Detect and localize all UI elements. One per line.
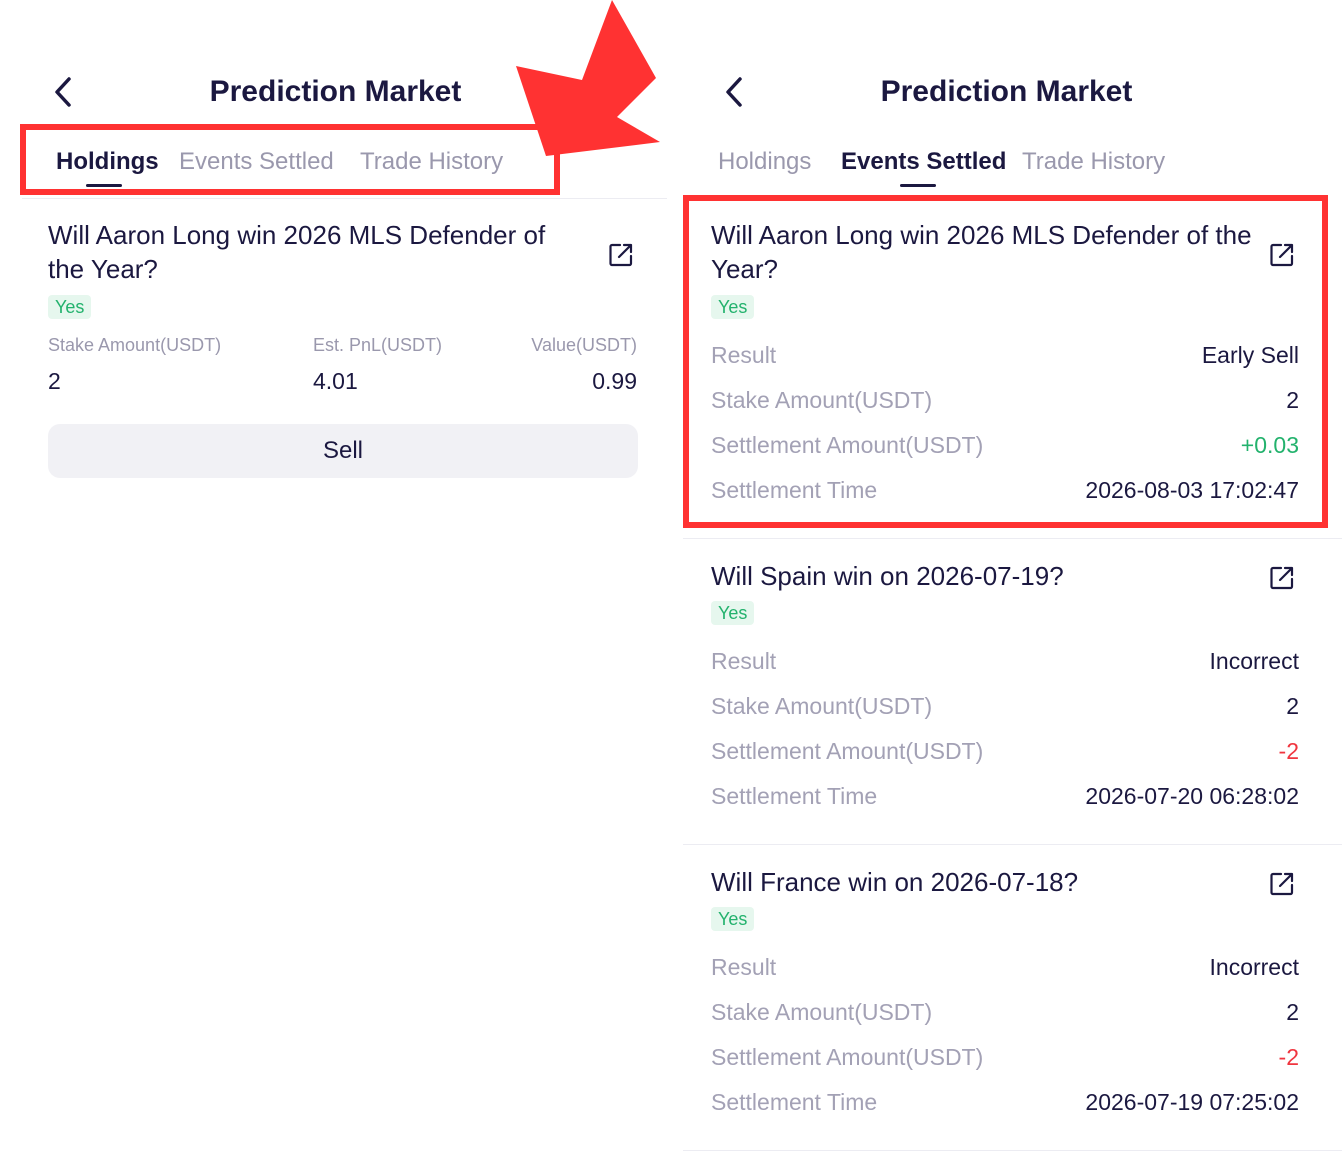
settlement-time-label: Settlement Time — [711, 1089, 878, 1115]
page-title: Prediction Market — [209, 75, 462, 108]
divider — [683, 844, 1342, 845]
settlement-amount-label: Settlement Amount(USDT) — [711, 738, 984, 764]
divider — [22, 198, 667, 199]
settlement-time-label: Settlement Time — [711, 477, 878, 503]
settlement-amount-value: -2 — [1278, 1044, 1299, 1070]
stake-amount-value: 2 — [48, 368, 61, 394]
tab-trade-history[interactable]: Trade History — [360, 140, 503, 184]
external-link-icon[interactable] — [1269, 565, 1295, 591]
divider — [683, 1150, 1342, 1151]
market-question[interactable]: Will France win on 2026-07-18? — [711, 865, 1271, 899]
stake-amount-value: 2 — [1286, 387, 1299, 413]
stake-amount-label: Stake Amount(USDT) — [711, 387, 933, 413]
settlement-amount-label: Settlement Amount(USDT) — [711, 432, 984, 458]
sell-button[interactable]: Sell — [48, 424, 638, 478]
tab-holdings[interactable]: Holdings — [56, 140, 159, 184]
external-link-icon[interactable] — [1269, 871, 1295, 897]
market-question[interactable]: Will Aaron Long win 2026 MLS Defender of… — [48, 218, 578, 286]
tab-trade-history[interactable]: Trade History — [1022, 140, 1165, 184]
events-settled-screen: Prediction Market Holdings Events Settle… — [671, 0, 1342, 1168]
market-question[interactable]: Will Spain win on 2026-07-19? — [711, 559, 1271, 593]
settlement-amount-value: -2 — [1278, 738, 1299, 764]
settlement-amount-label: Settlement Amount(USDT) — [711, 1044, 984, 1070]
outcome-badge: Yes — [711, 295, 755, 319]
page-title: Prediction Market — [880, 75, 1133, 108]
settlement-time-label: Settlement Time — [711, 783, 878, 809]
settlement-time-value: 2026-07-19 07:25:02 — [1085, 1089, 1299, 1115]
external-link-icon[interactable] — [1269, 242, 1295, 268]
tab-events-settled[interactable]: Events Settled — [179, 140, 334, 184]
tab-holdings[interactable]: Holdings — [718, 140, 811, 184]
result-value: Incorrect — [1209, 954, 1299, 980]
market-question[interactable]: Will Aaron Long win 2026 MLS Defender of… — [711, 218, 1271, 286]
result-value: Incorrect — [1209, 648, 1299, 674]
stake-amount-value: 2 — [1286, 999, 1299, 1025]
est-pnl-label: Est. PnL(USDT) — [313, 335, 443, 355]
holdings-screen: Prediction Market Holdings Events Settle… — [0, 0, 671, 1168]
divider — [683, 538, 1342, 539]
result-value: Early Sell — [1201, 342, 1299, 368]
outcome-badge: Yes — [711, 601, 755, 625]
result-label: Result — [711, 954, 777, 980]
active-tab-indicator — [900, 184, 936, 187]
value-label: Value(USDT) — [531, 335, 637, 355]
stake-amount-value: 2 — [1286, 693, 1299, 719]
settlement-time-value: 2026-08-03 17:02:47 — [1085, 477, 1299, 503]
active-tab-indicator — [86, 184, 122, 187]
stake-amount-label: Stake Amount(USDT) — [711, 693, 933, 719]
tab-events-settled[interactable]: Events Settled — [841, 140, 1006, 184]
outcome-badge: Yes — [48, 295, 92, 319]
external-link-icon[interactable] — [608, 242, 634, 268]
settlement-time-value: 2026-07-20 06:28:02 — [1085, 783, 1299, 809]
value-value: 0.99 — [592, 368, 637, 394]
stake-amount-label: Stake Amount(USDT) — [48, 335, 222, 355]
stake-amount-label: Stake Amount(USDT) — [711, 999, 933, 1025]
result-label: Result — [711, 342, 777, 368]
est-pnl-value: 4.01 — [313, 368, 358, 394]
result-label: Result — [711, 648, 777, 674]
outcome-badge: Yes — [711, 907, 755, 931]
settlement-amount-value: +0.03 — [1240, 432, 1299, 458]
